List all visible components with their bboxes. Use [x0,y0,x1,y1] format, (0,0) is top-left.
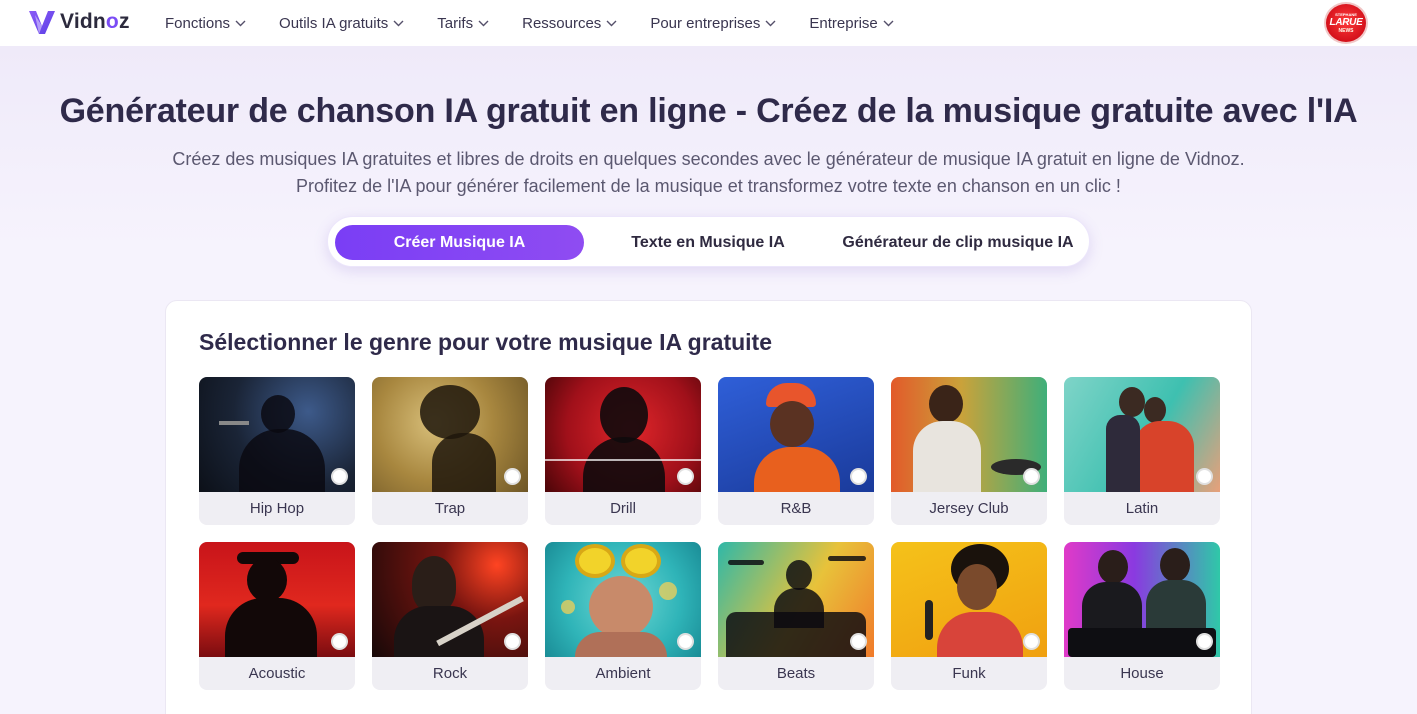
menu-item-label: Pour entreprises [650,14,761,32]
menu-item-label: Entreprise [809,14,878,32]
genre-radio[interactable] [504,468,521,485]
genre-label: Trap [434,500,466,517]
genre-radio[interactable] [331,633,348,650]
genre-label: Rock [432,665,468,682]
tab-creer-musique-ia[interactable]: Créer Musique IA [335,225,584,260]
vidnoz-logo-icon [29,11,55,34]
genre-label: House [1120,665,1164,682]
top-nav: Vidnoz Fonctions Outils IA gratuits Tari… [0,0,1417,46]
genre-radio[interactable] [850,633,867,650]
genre-card-ambient[interactable]: Ambient [545,542,701,690]
genre-label: Latin [1125,500,1159,517]
avatar-text-main: LARUE [1329,17,1363,28]
genre-card-rnb[interactable]: R&B [718,377,874,525]
menu-item-label: Ressources [522,14,602,32]
tab-generateur-clip-musique-ia[interactable]: Générateur de clip musique IA [826,225,1090,260]
genre-selection-card: Sélectionner le genre pour votre musique… [165,300,1252,714]
genre-card-latin[interactable]: Latin [1064,377,1220,525]
tab-texte-en-musique-ia[interactable]: Texte en Musique IA [610,225,806,260]
genre-radio[interactable] [1023,468,1040,485]
chevron-down-icon [765,20,776,26]
genre-radio[interactable] [677,468,694,485]
menu-item-tarifs[interactable]: Tarifs [437,15,489,32]
menu-item-ressources[interactable]: Ressources [522,15,617,32]
genre-radio[interactable] [1196,633,1213,650]
genre-card-jersey-club[interactable]: Jersey Club [891,377,1047,525]
chevron-down-icon [883,20,894,26]
chevron-down-icon [393,20,404,26]
genre-label: R&B [780,500,812,517]
avatar-text-bottom: NEWS [1338,28,1354,34]
brand-name: Vidnoz [60,10,130,33]
menu-item-outils-ia[interactable]: Outils IA gratuits [279,15,404,32]
main-menu: Fonctions Outils IA gratuits Tarifs Ress… [165,0,927,46]
mode-tabs: Créer Musique IA Texte en Musique IA Gén… [327,216,1090,267]
genre-label: Drill [610,500,636,517]
genre-card-rock[interactable]: Rock [372,542,528,690]
genre-card-beats[interactable]: Beats [718,542,874,690]
avatar[interactable]: STEPHANE LARUE NEWS [1324,2,1368,44]
menu-item-entreprise[interactable]: Entreprise [809,14,894,32]
genre-card-trap[interactable]: Trap [372,377,528,525]
genre-radio[interactable] [331,468,348,485]
genre-label: Jersey Club [929,500,1009,517]
vidnoz-logo[interactable]: Vidnoz [26,5,130,39]
genre-card-acoustic[interactable]: Acoustic [199,542,355,690]
chevron-down-icon [478,20,489,26]
genre-label: Hip Hop [249,500,305,517]
menu-item-pour-entreprises[interactable]: Pour entreprises [650,15,776,32]
page-title: Générateur de chanson IA gratuit en lign… [59,92,1358,130]
genre-card-drill[interactable]: Drill [545,377,701,525]
menu-item-label: Tarifs [437,14,474,32]
chevron-down-icon [606,20,617,26]
genre-radio[interactable] [504,633,521,650]
genre-section-title: Sélectionner le genre pour votre musique… [199,329,772,355]
menu-item-label: Outils IA gratuits [279,14,389,32]
genre-radio[interactable] [850,468,867,485]
genre-card-hip-hop[interactable]: Hip Hop [199,377,355,525]
genre-card-funk[interactable]: Funk [891,542,1047,690]
menu-item-fonctions[interactable]: Fonctions [165,15,246,32]
menu-item-label: Fonctions [165,14,231,32]
genre-label: Funk [952,665,986,682]
genre-radio[interactable] [677,633,694,650]
genre-label: Acoustic [248,665,306,682]
genre-radio[interactable] [1196,468,1213,485]
chevron-down-icon [235,20,246,26]
genre-card-house[interactable]: House [1064,542,1220,690]
genre-label: Beats [776,665,816,682]
page-subtitle: Créez des musiques IA gratuites et libre… [172,149,1245,196]
genre-radio[interactable] [1023,633,1040,650]
genre-label: Ambient [595,665,651,682]
